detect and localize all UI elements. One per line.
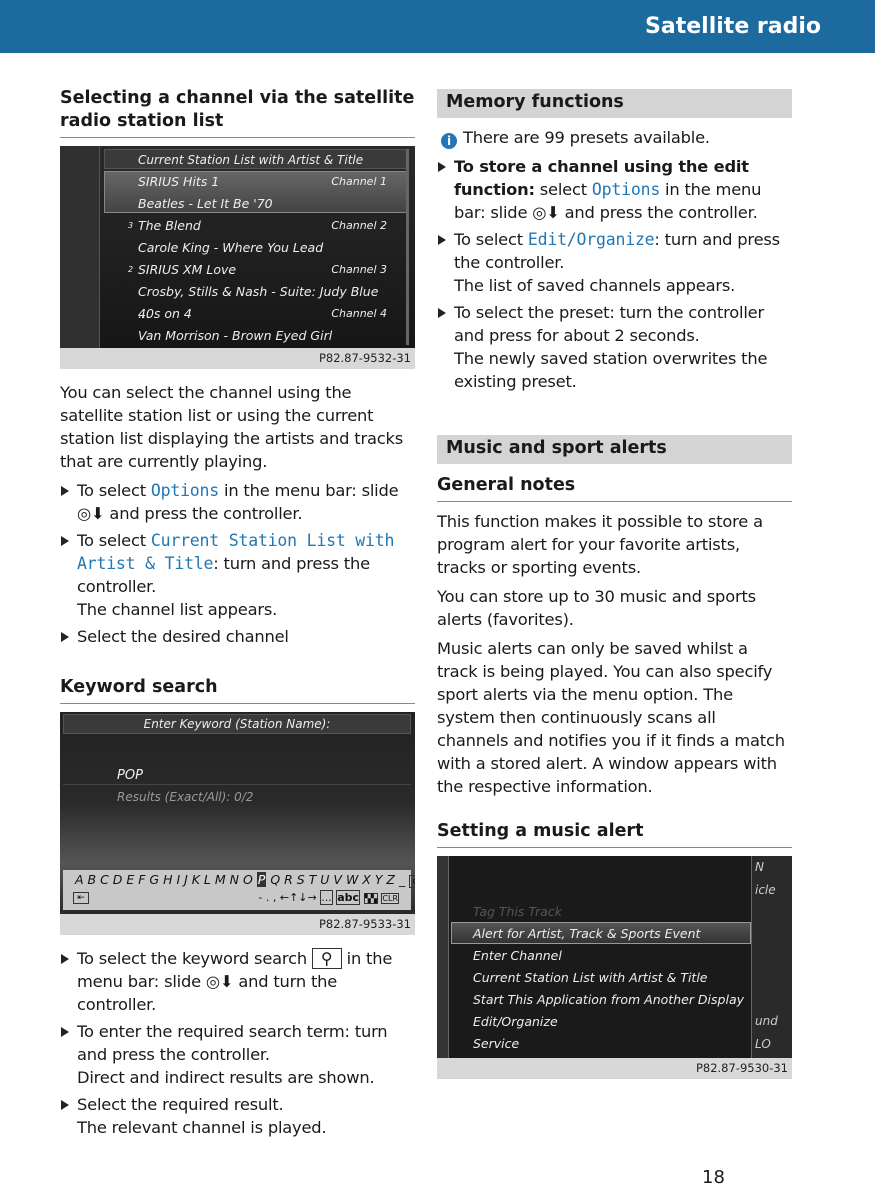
section-title: Selecting a channel via the satellite ra… <box>60 87 415 138</box>
station-text: Beatles - Let It Be '70 <box>138 196 273 211</box>
screen-title: Enter Keyword (Station Name): <box>63 714 411 734</box>
options-link[interactable]: Options <box>151 481 219 500</box>
menu-item[interactable]: Current Station List with Artist & Title <box>473 967 768 989</box>
side-label: icle <box>755 883 776 897</box>
keyword-input[interactable]: POP <box>117 768 143 783</box>
keyword-figure: Enter Keyword (Station Name): POP Result… <box>60 712 415 935</box>
station-row[interactable]: Beatles - Let It Be '70 <box>138 193 391 215</box>
menu-item[interactable]: Start This Application from Another Disp… <box>473 989 768 1011</box>
station-text: SIRIUS Hits 1 <box>138 174 220 189</box>
symbols-key[interactable]: ... <box>320 890 333 905</box>
step: To select Options in the menu bar: slide… <box>60 479 415 525</box>
side-label: N <box>755 860 764 874</box>
back-icon[interactable]: ⇤ <box>73 892 89 904</box>
station-row[interactable]: 40s on 4 Channel 4 <box>138 303 391 325</box>
search-icon: ⚲ <box>311 948 342 969</box>
screen-title: Current Station List with Artist & Title <box>138 153 364 167</box>
station-row[interactable]: 3 The Blend Channel 2 <box>128 215 391 237</box>
step: Select the desired channel <box>60 625 415 648</box>
left-column: Selecting a channel via the satellite ra… <box>60 87 415 1143</box>
step: To select the preset: turn the controlle… <box>437 301 792 393</box>
step: To enter the required search term: turn … <box>60 1020 415 1089</box>
results-text: Results (Exact/All): 0/2 <box>117 790 254 804</box>
figure-caption: P82.87-9533-31 <box>60 914 415 935</box>
menu-item[interactable]: Alert for Artist, Track & Sports Event <box>473 923 768 945</box>
preset-number: 2 <box>128 265 134 274</box>
channel-label: Channel 2 <box>331 219 387 232</box>
section-title: Keyword search <box>60 676 415 704</box>
paragraph: You can store up to 30 music and sports … <box>437 587 756 629</box>
header-title: Satellite radio <box>645 14 821 39</box>
paragraph: This function makes it possible to store… <box>437 512 763 577</box>
station-row[interactable]: 2 SIRIUS XM Love Channel 3 <box>128 259 391 281</box>
menu-item[interactable]: Service <box>473 1033 768 1055</box>
station-row[interactable]: Van Morrison - Brown Eyed Girl <box>138 325 391 347</box>
section-band: Memory functions <box>437 89 792 118</box>
figure-caption: P82.87-9530-31 <box>437 1058 792 1079</box>
info-icon: i <box>441 133 457 149</box>
ok-key[interactable]: ok <box>409 875 415 888</box>
menu-item[interactable]: Edit/Organize <box>473 1011 768 1033</box>
info-text: There are 99 presets available. <box>463 128 710 147</box>
station-list-figure: Current Station List with Artist & Title… <box>60 146 415 369</box>
channel-label: Channel 3 <box>331 263 387 276</box>
language-key[interactable]: ▚▚ <box>363 893 378 904</box>
intro-text: You can select the channel using the sat… <box>60 383 403 471</box>
menu-item[interactable]: Tag This Track <box>473 901 768 923</box>
music-alert-screen: Nicle und LO Tag This Track Alert for Artis… <box>437 856 792 1058</box>
channel-label: Channel 4 <box>331 307 387 320</box>
clear-key[interactable]: CLR <box>381 893 399 904</box>
station-text: Carole King - Where You Lead <box>138 240 324 255</box>
step: To store a channel using the edit functi… <box>437 155 792 224</box>
station-text: SIRIUS XM Love <box>138 262 237 277</box>
station-row[interactable]: SIRIUS Hits 1 Channel 1 <box>138 171 391 193</box>
keyboard[interactable]: A B C D E F G H I J K L M N O P Q R S T … <box>63 870 415 910</box>
menu-item[interactable]: Enter Channel <box>473 945 768 967</box>
section-title: General notes <box>437 474 792 502</box>
section-band: Music and sport alerts <box>437 435 792 464</box>
section-title: Setting a music alert <box>437 820 792 848</box>
music-alert-figure: Nicle und LO Tag This Track Alert for Artis… <box>437 856 792 1079</box>
keyword-screen: Enter Keyword (Station Name): POP Result… <box>60 712 415 914</box>
station-text: Van Morrison - Brown Eyed Girl <box>138 328 333 343</box>
station-text: The Blend <box>138 218 201 233</box>
header-bar: Satellite radio <box>0 0 875 53</box>
preset-number: 3 <box>128 221 134 230</box>
station-text: 40s on 4 <box>138 306 192 321</box>
station-row[interactable]: Crosby, Stills & Nash - Suite: Judy Blue… <box>138 281 391 321</box>
step: Select the required result. The relevant … <box>60 1093 415 1139</box>
step: To select Edit/Organize: turn and press … <box>437 228 792 297</box>
step: To select Current Station List with Arti… <box>60 529 415 621</box>
right-column: Memory functions i There are 99 presets a… <box>437 89 792 1079</box>
selected-key[interactable]: P <box>256 872 267 887</box>
station-list-screen: Current Station List with Artist & Title… <box>60 146 415 348</box>
edit-organize-link[interactable]: Edit/Organize <box>528 230 655 249</box>
abc-key[interactable]: abc <box>336 890 361 905</box>
channel-label: Channel 1 <box>331 175 387 188</box>
options-link[interactable]: Options <box>592 180 660 199</box>
station-row[interactable]: Carole King - Where You Lead <box>138 237 391 259</box>
paragraph: Music alerts can only be saved whilst a … <box>437 639 785 796</box>
step: To select the keyword search ⚲ in the me… <box>60 947 415 1016</box>
figure-caption: P82.87-9532-31 <box>60 348 415 369</box>
